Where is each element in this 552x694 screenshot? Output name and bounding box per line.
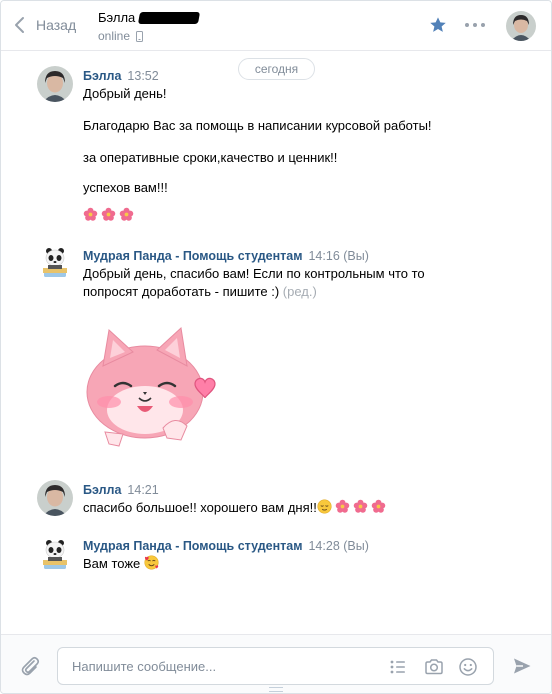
back-label: Назад xyxy=(36,17,77,33)
message-text: спасибо большое!! хорошего вам дня!! xyxy=(83,500,317,515)
message-text: Добрый день! xyxy=(83,86,167,101)
message-text: успехов вам!!! xyxy=(83,180,168,195)
message-input[interactable]: Напишите сообщение... xyxy=(57,647,494,685)
peer-avatar[interactable] xyxy=(506,11,536,41)
message-group: Мудрая Панда - Помощь студентам 14:16 (Вы… xyxy=(37,244,517,454)
message-text-line: спасибо большое!! хорошего вам дня!! xyxy=(83,499,389,517)
composer-bar: Напишите сообщение... xyxy=(1,634,551,693)
author-name[interactable]: Мудрая Панда - Помощь студентам xyxy=(83,539,302,553)
edited-marker[interactable]: (ред.) xyxy=(283,284,317,299)
more-options-button[interactable] xyxy=(465,23,485,29)
flower-icon xyxy=(101,207,116,221)
author-name[interactable]: Бэлла xyxy=(83,69,121,83)
message-group: Бэлла 13:52 Добрый день! Благодарю Вас за… xyxy=(37,66,517,226)
peer-status-text: online xyxy=(98,29,131,43)
message-group: Бэлла 14:21 спасибо большое!! хорошего ва… xyxy=(37,480,517,520)
message-text: Благодарю Вас за помощь в написании курс… xyxy=(83,118,432,133)
message-group: Мудрая Панда - Помощь студентам 14:28 (Вы… xyxy=(37,536,517,576)
own-message-marker: (Вы) xyxy=(343,539,369,553)
peer-name[interactable]: Бэлла xyxy=(98,10,201,25)
author-name[interactable]: Бэлла xyxy=(83,483,121,497)
relieved-face-icon xyxy=(317,499,332,514)
flower-icon xyxy=(119,207,134,221)
message-time[interactable]: 14:28 xyxy=(308,539,339,553)
panda-avatar xyxy=(37,244,73,280)
pink-cat-heart-sticker xyxy=(86,327,216,447)
send-icon[interactable] xyxy=(512,656,532,676)
message-author: Бэлла 13:52 xyxy=(83,69,159,83)
author-name[interactable]: Мудрая Панда - Помощь студентам xyxy=(83,249,302,263)
sticker[interactable] xyxy=(83,318,223,452)
own-message-marker: (Вы) xyxy=(343,249,369,263)
back-button[interactable]: Назад xyxy=(13,13,76,37)
mobile-icon xyxy=(136,30,144,42)
chat-window: Назад Бэлла online сегодня Бэлла 13:52 Д… xyxy=(0,0,552,694)
avatar[interactable] xyxy=(37,480,73,516)
message-text: попросят доработать - пишите :) xyxy=(83,284,280,299)
message-text: Добрый день, спасибо вам! Если по контро… xyxy=(83,266,425,281)
dot xyxy=(465,23,469,27)
chat-header: Назад Бэлла online xyxy=(1,1,551,51)
avatar-photo xyxy=(37,480,73,516)
message-author: Бэлла 14:21 xyxy=(83,483,159,497)
message-time[interactable]: 14:21 xyxy=(127,483,158,497)
message-author: Мудрая Панда - Помощь студентам 14:16 (Вы… xyxy=(83,249,369,263)
avatar[interactable] xyxy=(37,244,73,280)
message-text-line: попросят доработать - пишите :) (ред.) xyxy=(83,283,317,301)
message-time[interactable]: 14:16 xyxy=(308,249,339,263)
avatar-photo xyxy=(506,11,536,41)
message-text: за оперативные сроки,качество и ценник!! xyxy=(83,150,338,165)
flower-icon xyxy=(371,499,386,513)
flower-icon xyxy=(83,207,98,221)
dot xyxy=(473,23,477,27)
avatar[interactable] xyxy=(37,66,73,102)
avatar[interactable] xyxy=(37,536,73,572)
message-author: Мудрая Панда - Помощь студентам 14:28 (Вы… xyxy=(83,539,369,553)
smiling-face-with-hearts-icon xyxy=(144,555,159,570)
list-icon[interactable] xyxy=(388,657,408,677)
attach-icon[interactable] xyxy=(19,655,41,677)
camera-icon[interactable] xyxy=(424,657,444,677)
chevron-left-icon xyxy=(15,17,24,33)
message-text: Вам тоже xyxy=(83,556,141,571)
panda-avatar xyxy=(37,536,73,572)
redacted-surname xyxy=(138,11,201,24)
message-input-placeholder: Напишите сообщение... xyxy=(72,659,217,674)
avatar-photo xyxy=(37,66,73,102)
star-icon[interactable] xyxy=(429,16,447,34)
emoji-smile-icon[interactable] xyxy=(458,657,478,677)
message-text-line: Вам тоже xyxy=(83,555,159,573)
peer-status: online xyxy=(98,29,144,43)
flower-icon xyxy=(353,499,368,513)
resize-handle[interactable] xyxy=(269,687,283,692)
message-time[interactable]: 13:52 xyxy=(127,69,158,83)
flower-icon xyxy=(335,499,350,513)
emoji-row xyxy=(83,207,137,225)
dot xyxy=(481,23,485,27)
peer-name-text: Бэлла xyxy=(98,10,136,25)
